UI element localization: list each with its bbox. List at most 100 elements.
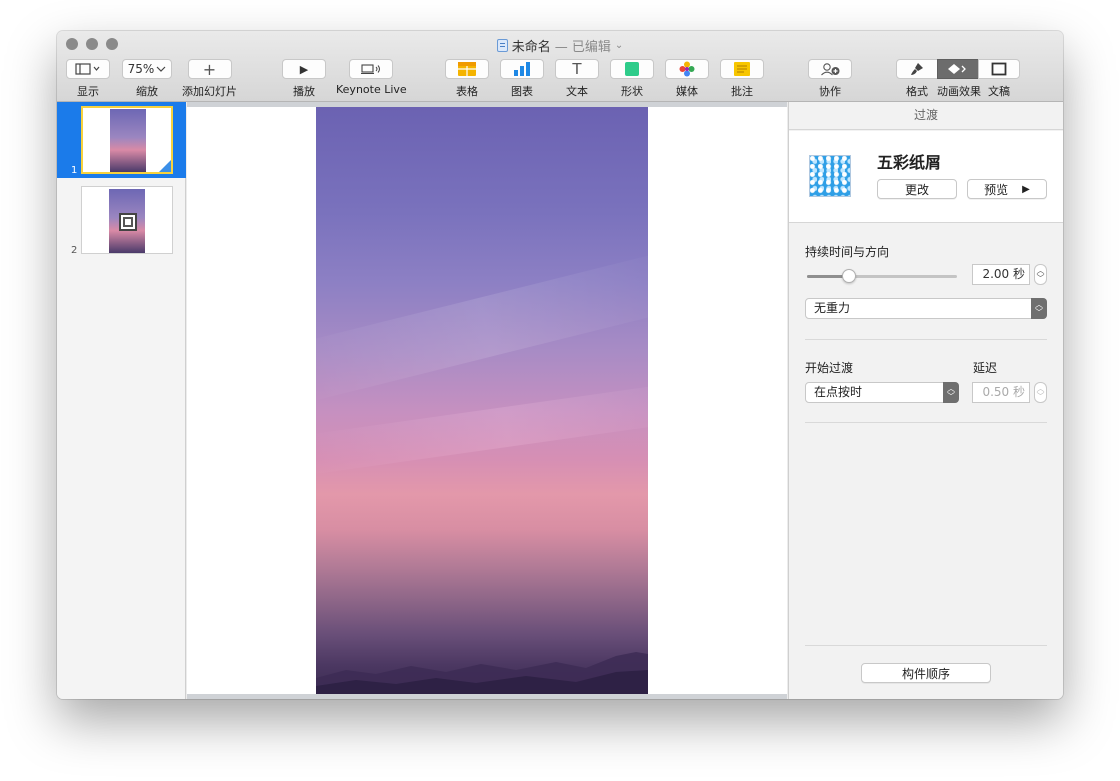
preview-button[interactable]: 预览 ▶ [967, 179, 1047, 199]
edited-status: — 已编辑 [554, 40, 611, 55]
photos-flower-icon [679, 61, 695, 77]
table-icon [458, 62, 476, 76]
zoom-button[interactable]: 75% [122, 59, 172, 79]
effect-section: 五彩纸屑 更改 预览 ▶ [789, 131, 1063, 223]
cloud-streak [316, 247, 648, 407]
paintbrush-icon [911, 63, 923, 75]
document-label: 文稿 [988, 85, 1010, 98]
zoom-tool: 75% 缩放 [122, 59, 172, 99]
add-slide-label: 添加幻灯片 [182, 85, 237, 98]
chevron-down-icon [156, 66, 166, 72]
start-transition-label: 开始过渡 [805, 361, 854, 375]
comment-tool: 批注 [720, 59, 764, 99]
play-icon: ▶ [299, 62, 309, 76]
chart-label: 图表 [511, 85, 533, 98]
delay-stepper[interactable]: ︿ ﹀ [1034, 382, 1047, 403]
text-tool: T 文本 [555, 59, 599, 99]
play-button[interactable]: ▶ [282, 59, 326, 79]
media-button[interactable] [665, 59, 709, 79]
play-icon: ▶ [1022, 183, 1030, 195]
view-tool: 显示 [66, 59, 110, 99]
change-effect-button[interactable]: 更改 [877, 179, 957, 199]
stepper-down-icon: ﹀ [1036, 391, 1045, 401]
slide-canvas[interactable] [187, 102, 787, 699]
start-transition-popup[interactable]: 在点按时 ︿ ﹀ [805, 382, 959, 403]
text-button[interactable]: T [555, 59, 599, 79]
plus-icon: + [202, 59, 217, 79]
keynote-live-label: Keynote Live [336, 83, 407, 96]
stepper-down-icon: ﹀ [1036, 273, 1045, 283]
transition-inspector: 过渡 五彩纸屑 更改 预览 ▶ 持续时间与方向 2.00 秒 ︿ ﹀ 无重力 ︿… [788, 102, 1063, 699]
window-title[interactable]: 未命名 — 已编辑 ⌄ [57, 36, 1063, 55]
section-divider [805, 422, 1047, 423]
inspector-segmented-control [896, 59, 1020, 79]
slide-number: 2 [71, 245, 78, 256]
animate-button[interactable] [937, 59, 979, 79]
comment-button[interactable] [720, 59, 764, 79]
section-divider [805, 645, 1047, 646]
keynote-window: 未命名 — 已编辑 ⌄ 显示 75% 缩放 + 添加幻灯片 ▶ 播放 Keyno… [57, 31, 1063, 699]
duration-stepper[interactable]: ︿ ﹀ [1034, 264, 1047, 285]
mountain-silhouette [316, 652, 648, 694]
change-effect-label: 更改 [904, 182, 929, 197]
popup-arrows-icon: ︿ ﹀ [1031, 298, 1047, 319]
play-label: 播放 [293, 85, 315, 98]
duration-label: 持续时间与方向 [805, 245, 890, 259]
effect-name: 五彩纸屑 [877, 153, 942, 172]
add-slide-button[interactable]: + [187, 59, 232, 79]
delay-label: 延迟 [973, 361, 998, 375]
slide-preview [81, 106, 173, 174]
slide-thumbnail-1[interactable]: 1 [57, 102, 186, 178]
bar-chart-icon [514, 62, 530, 76]
collaborate-label: 协作 [819, 85, 841, 98]
text-icon: T [572, 60, 582, 78]
slide-number: 1 [71, 165, 78, 176]
broadcast-display-icon [361, 64, 381, 75]
start-transition-value: 在点按时 [814, 385, 863, 399]
confetti-effect-icon [809, 155, 851, 197]
delay-field[interactable]: 0.50 秒 [972, 382, 1030, 403]
collaborate-tool: 协作 [808, 59, 852, 99]
zoom-label: 缩放 [136, 85, 158, 98]
inspector-header: 过渡 [789, 102, 1063, 130]
comment-note-icon [734, 62, 750, 76]
duration-field[interactable]: 2.00 秒 [972, 264, 1030, 285]
titlebar: 未命名 — 已编辑 ⌄ 显示 75% 缩放 + 添加幻灯片 ▶ 播放 Keyno… [57, 31, 1063, 102]
sunset-sky-image[interactable] [316, 107, 648, 694]
preview-label: 预览 [984, 182, 1009, 197]
canvas-bottom-edge [187, 694, 787, 699]
sidebar-layout-icon [75, 63, 100, 75]
duration-slider[interactable] [807, 269, 957, 283]
animate-label: 动画效果 [937, 85, 981, 98]
direction-popup[interactable]: 无重力 ︿ ﹀ [805, 298, 1047, 319]
zoom-value: 75% [127, 62, 155, 76]
shape-tool: 形状 [610, 59, 654, 99]
collaborate-button[interactable] [808, 59, 852, 79]
inspector-segment-labels: 格式 动画效果 文稿 [896, 83, 1020, 99]
media-tool: 媒体 [665, 59, 709, 99]
duration-slider-knob[interactable] [842, 269, 856, 283]
slide-thumbnail-2[interactable]: 2 [57, 182, 186, 258]
shape-button[interactable] [610, 59, 654, 79]
format-button[interactable] [896, 59, 938, 79]
add-slide-tool: + 添加幻灯片 [182, 59, 237, 99]
chart-tool: 图表 [500, 59, 544, 99]
animate-diamond-icon [948, 64, 966, 74]
play-tool: ▶ 播放 [282, 59, 326, 99]
text-label: 文本 [566, 85, 588, 98]
media-label: 媒体 [676, 85, 698, 98]
popup-arrows-icon: ︿ ﹀ [943, 382, 959, 403]
document-name: 未命名 [511, 40, 551, 55]
chevron-down-icon: ⌄ [614, 40, 624, 51]
section-divider [805, 339, 1047, 340]
keynote-live-button[interactable] [349, 59, 394, 79]
build-order-button[interactable]: 构件顺序 [861, 663, 991, 683]
comment-label: 批注 [731, 85, 753, 98]
build-order-label: 构件顺序 [901, 666, 950, 681]
square-shape-icon [625, 62, 639, 76]
table-button[interactable] [445, 59, 489, 79]
qr-code-icon [119, 213, 137, 231]
view-button[interactable] [66, 59, 110, 79]
document-inspector-button[interactable] [978, 59, 1020, 79]
chart-button[interactable] [500, 59, 544, 79]
